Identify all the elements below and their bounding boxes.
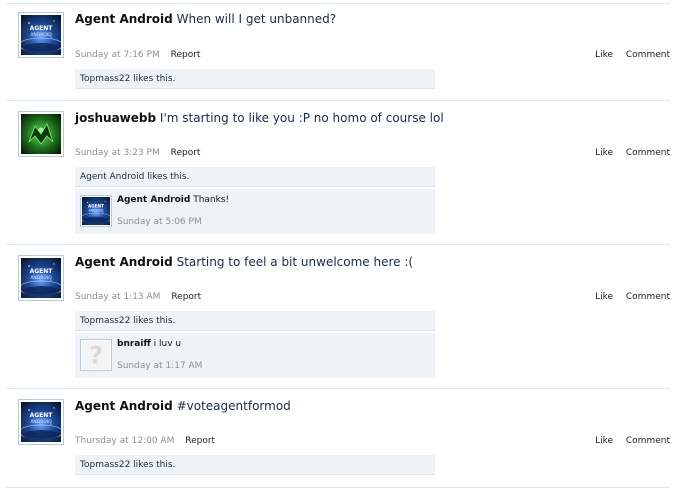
reply-comment: bnraiff i luv u Sunday at 1:17 AM	[75, 332, 435, 378]
avatar[interactable]	[18, 12, 64, 58]
post-header: Agent Android When will I get unbanned?	[75, 12, 336, 26]
agent-android-avatar-icon	[21, 402, 61, 442]
post-meta: Thursday at 12:00 AM Report	[75, 436, 215, 446]
post-timestamp[interactable]: Sunday at 3:23 PM	[75, 148, 160, 158]
reply-header: bnraiff i luv u	[117, 339, 181, 349]
post-timestamp[interactable]: Thursday at 12:00 AM	[75, 436, 174, 446]
likes-bar[interactable]: Topmass22 likes this.	[75, 69, 435, 89]
agent-android-avatar-icon	[21, 258, 61, 298]
post-actions: Like Comment	[595, 292, 670, 302]
post-header: joshuawebb I'm starting to like you :P n…	[75, 111, 444, 125]
divider	[6, 3, 670, 4]
comment-link[interactable]: Comment	[626, 50, 670, 60]
likes-bar[interactable]: Topmass22 likes this.	[75, 455, 435, 475]
like-link[interactable]: Like	[595, 436, 613, 446]
post-timestamp[interactable]: Sunday at 1:13 AM	[75, 292, 160, 302]
post-author[interactable]: Agent Android	[75, 399, 173, 413]
reply-timestamp[interactable]: Sunday at 1:17 AM	[117, 361, 202, 371]
reply-avatar[interactable]	[80, 339, 112, 371]
agent-android-avatar-icon	[21, 15, 61, 55]
reply-timestamp[interactable]: Sunday at 5:06 PM	[117, 217, 202, 227]
divider	[6, 100, 670, 101]
post-header: Agent Android #voteagentformod	[75, 399, 291, 413]
post-actions: Like Comment	[595, 436, 670, 446]
divider	[6, 244, 670, 245]
reply-author[interactable]: Agent Android	[117, 195, 190, 205]
divider	[6, 487, 670, 488]
post-message: I'm starting to like you :P no homo of c…	[159, 111, 444, 125]
comment-link[interactable]: Comment	[626, 148, 670, 158]
post-timestamp[interactable]: Sunday at 7:16 PM	[75, 50, 160, 60]
comment-link[interactable]: Comment	[626, 292, 670, 302]
reply-comment: Agent Android Thanks! Sunday at 5:06 PM	[75, 188, 435, 234]
reply-message: Thanks!	[193, 195, 230, 205]
like-link[interactable]: Like	[595, 148, 613, 158]
avatar[interactable]	[18, 111, 64, 157]
green-eagle-avatar-icon	[21, 114, 61, 154]
post-actions: Like Comment	[595, 148, 670, 158]
like-link[interactable]: Like	[595, 50, 613, 60]
post-message: #voteagentformod	[176, 399, 291, 413]
post-meta: Sunday at 7:16 PM Report	[75, 50, 200, 60]
post-header: Agent Android Starting to feel a bit unw…	[75, 255, 413, 269]
like-link[interactable]: Like	[595, 292, 613, 302]
avatar[interactable]	[18, 255, 64, 301]
report-link[interactable]: Report	[171, 148, 201, 158]
post-message: Starting to feel a bit unwelcome here :(	[176, 255, 414, 269]
post-author[interactable]: Agent Android	[75, 12, 173, 26]
report-link[interactable]: Report	[185, 436, 215, 446]
post-author[interactable]: Agent Android	[75, 255, 173, 269]
reply-header: Agent Android Thanks!	[117, 195, 229, 205]
report-link[interactable]: Report	[171, 292, 201, 302]
post-message: When will I get unbanned?	[176, 12, 337, 26]
agent-android-avatar-icon	[82, 197, 110, 225]
post-author[interactable]: joshuawebb	[75, 111, 156, 125]
divider	[6, 388, 670, 389]
likes-bar[interactable]: Topmass22 likes this.	[75, 311, 435, 331]
likes-bar[interactable]: Agent Android likes this.	[75, 167, 435, 187]
post-meta: Sunday at 3:23 PM Report	[75, 148, 200, 158]
post-actions: Like Comment	[595, 50, 670, 60]
reply-message: i luv u	[153, 339, 182, 349]
default-avatar-icon	[82, 341, 110, 369]
post-meta: Sunday at 1:13 AM Report	[75, 292, 201, 302]
avatar[interactable]	[18, 399, 64, 445]
comment-link[interactable]: Comment	[626, 436, 670, 446]
report-link[interactable]: Report	[171, 50, 201, 60]
reply-author[interactable]: bnraiff	[117, 339, 151, 349]
reply-avatar[interactable]	[80, 195, 112, 227]
